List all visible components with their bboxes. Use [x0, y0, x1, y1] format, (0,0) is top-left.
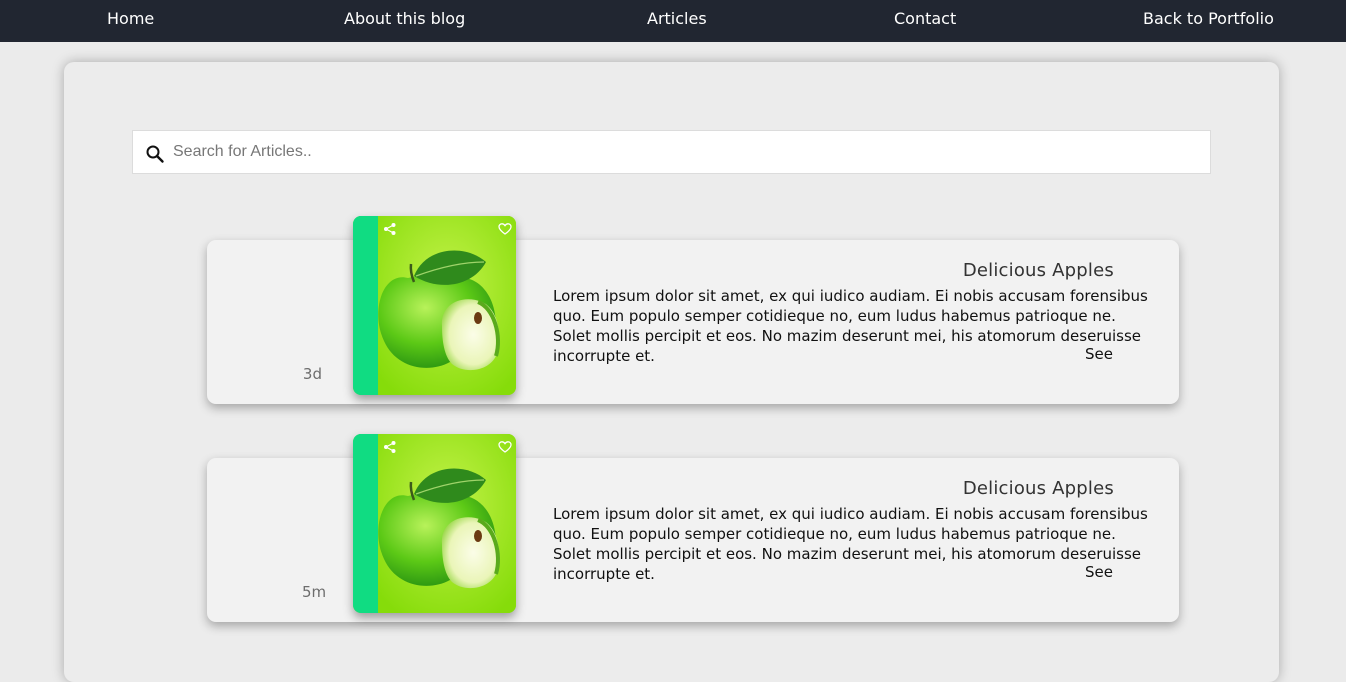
search-bar [132, 130, 1211, 174]
see-link[interactable]: See [1085, 563, 1113, 581]
article-time: 5m [302, 583, 327, 601]
article-thumbnail[interactable] [353, 434, 516, 613]
share-icon[interactable] [383, 440, 397, 454]
accent-strip [353, 216, 378, 395]
share-icon[interactable] [383, 222, 397, 236]
article-thumbnail[interactable] [353, 216, 516, 395]
article-card: 5m Delicious Apples Lorem ipsum dolor si… [207, 434, 1179, 622]
nav-back-to-portfolio[interactable]: Back to Portfolio [1143, 0, 1274, 37]
nav-about-this-blog[interactable]: About this blog [344, 0, 465, 37]
heart-icon[interactable] [498, 222, 512, 236]
article-excerpt: Lorem ipsum dolor sit amet, ex qui iudic… [553, 505, 1148, 583]
nav-contact[interactable]: Contact [894, 0, 956, 37]
nav-home[interactable]: Home [107, 0, 154, 37]
accent-strip [353, 434, 378, 613]
green-apple-image [378, 434, 516, 613]
article-time: 3d [302, 365, 322, 383]
article-title: Delicious Apples [962, 260, 1114, 281]
nav-articles[interactable]: Articles [647, 0, 707, 37]
article-title: Delicious Apples [962, 478, 1114, 499]
heart-icon[interactable] [498, 440, 512, 454]
green-apple-image [378, 216, 516, 395]
article-card: 3d Delicious Apples Lorem ipsum dolor si… [207, 216, 1179, 404]
article-excerpt: Lorem ipsum dolor sit amet, ex qui iudic… [553, 287, 1148, 365]
top-navigation: Home About this blog Articles Contact Ba… [0, 0, 1346, 42]
see-link[interactable]: See [1085, 345, 1113, 363]
search-icon[interactable] [145, 144, 165, 164]
search-input[interactable] [173, 131, 1193, 173]
